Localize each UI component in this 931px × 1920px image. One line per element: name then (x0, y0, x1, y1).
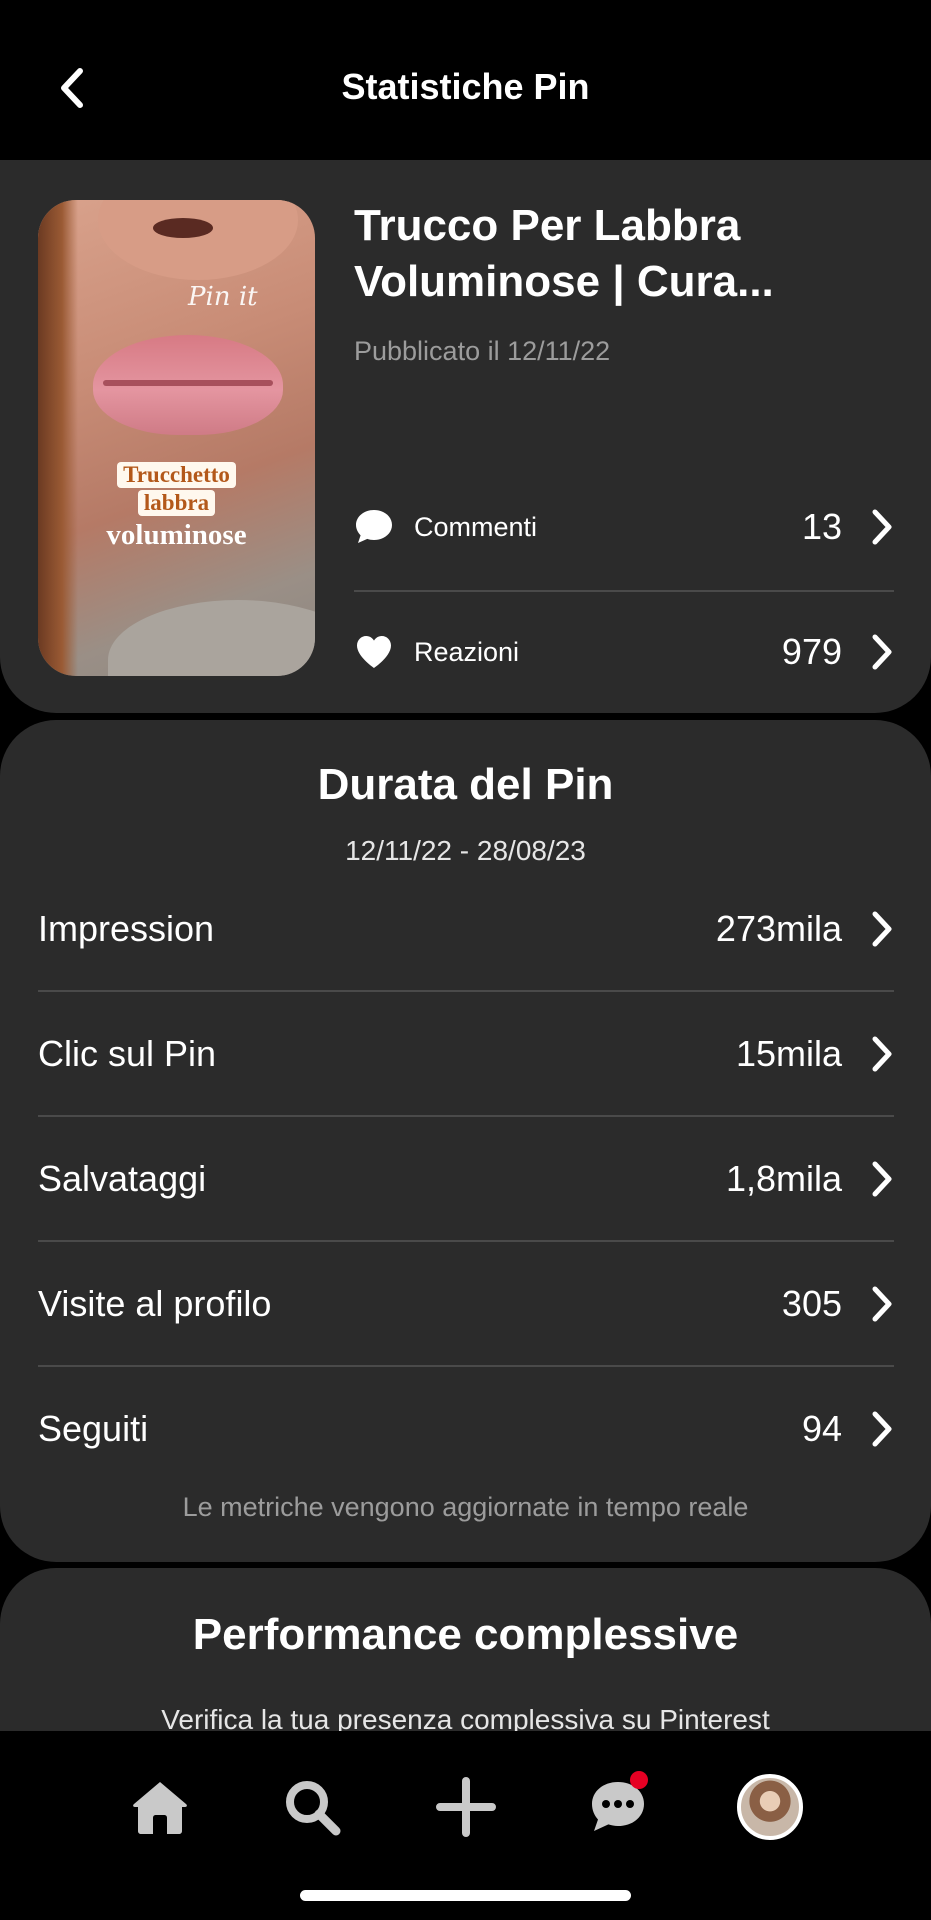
comments-label: Commenti (414, 511, 538, 542)
stat-label: Visite al profilo (38, 1282, 272, 1324)
stat-value: 94 (801, 1407, 842, 1449)
stat-value: 305 (781, 1282, 842, 1324)
search-icon (286, 1781, 341, 1836)
speech-bubble-icon (354, 507, 394, 547)
overlay-line-3: voluminose (106, 519, 247, 551)
stat-row-follows[interactable]: Seguiti 94 (38, 1366, 894, 1491)
stat-label: Salvataggi (38, 1157, 207, 1199)
lifetime-date-range: 12/11/22 - 28/08/23 (345, 835, 586, 866)
stat-label: Seguiti (38, 1407, 149, 1449)
thumbnail-nostril (153, 218, 213, 238)
thumbnail-lipline (103, 380, 273, 386)
comments-count: 13 (801, 506, 842, 547)
chevron-right-icon (870, 1034, 894, 1074)
chevron-right-icon (870, 1159, 894, 1199)
thumbnail-hair (38, 200, 78, 676)
pin-metrics-divider (354, 590, 894, 592)
home-icon (133, 1782, 187, 1834)
chevron-right-icon (870, 1409, 894, 1449)
heart-icon (354, 632, 394, 672)
overall-title: Performance complessive (192, 1610, 739, 1659)
pin-title: Trucco Per Labbra Voluminose | Cura... (354, 201, 774, 306)
reactions-label: Reazioni (414, 636, 520, 667)
chevron-right-icon (870, 507, 894, 547)
stat-row-profile-visits[interactable]: Visite al profilo 305 (38, 1241, 894, 1366)
stat-value: 273mila (715, 907, 842, 949)
chevron-right-icon (870, 1284, 894, 1324)
home-indicator (300, 1890, 631, 1901)
thumbnail-nose (98, 200, 298, 280)
stat-value: 1,8mila (725, 1157, 842, 1199)
stat-row-pin-clicks[interactable]: Clic sul Pin 15mila (38, 991, 894, 1116)
overlay-line-1: Trucchetto (117, 462, 236, 488)
chevron-right-icon (870, 632, 894, 672)
reactions-row[interactable]: Reazioni 979 (354, 622, 894, 682)
thumbnail-watermark: Pin it (188, 282, 258, 312)
lifetime-title: Durata del Pin (317, 760, 614, 809)
pin-thumbnail[interactable]: Pin it Trucchetto labbra voluminose (38, 200, 315, 676)
stat-value: 15mila (735, 1032, 842, 1074)
notification-dot (630, 1771, 648, 1789)
tab-profile[interactable] (734, 1771, 806, 1843)
tab-messages[interactable] (582, 1771, 654, 1843)
chevron-right-icon (870, 909, 894, 949)
reactions-count: 979 (781, 631, 842, 672)
thumbnail-sweater (108, 600, 315, 676)
tab-create[interactable] (430, 1771, 502, 1843)
plus-icon (436, 1777, 496, 1837)
stat-label: Impression (38, 907, 215, 949)
tab-home[interactable] (124, 1771, 196, 1843)
comments-row[interactable]: Commenti 13 (354, 497, 894, 557)
stat-row-saves[interactable]: Salvataggi 1,8mila (38, 1116, 894, 1241)
profile-avatar (737, 1774, 803, 1840)
overlay-line-2: labbra (137, 490, 216, 516)
tab-search[interactable] (276, 1771, 348, 1843)
realtime-footnote: Le metriche vengono aggiornate in tempo … (182, 1492, 749, 1522)
stat-row-impression[interactable]: Impression 273mila (38, 866, 894, 991)
header: Statistiche Pin (0, 0, 931, 160)
thumbnail-overlay-text: Trucchetto labbra voluminose (38, 462, 315, 552)
stat-label: Clic sul Pin (38, 1032, 217, 1074)
pin-published-date: Pubblicato il 12/11/22 (354, 336, 611, 366)
page-title: Statistiche Pin (341, 66, 590, 107)
